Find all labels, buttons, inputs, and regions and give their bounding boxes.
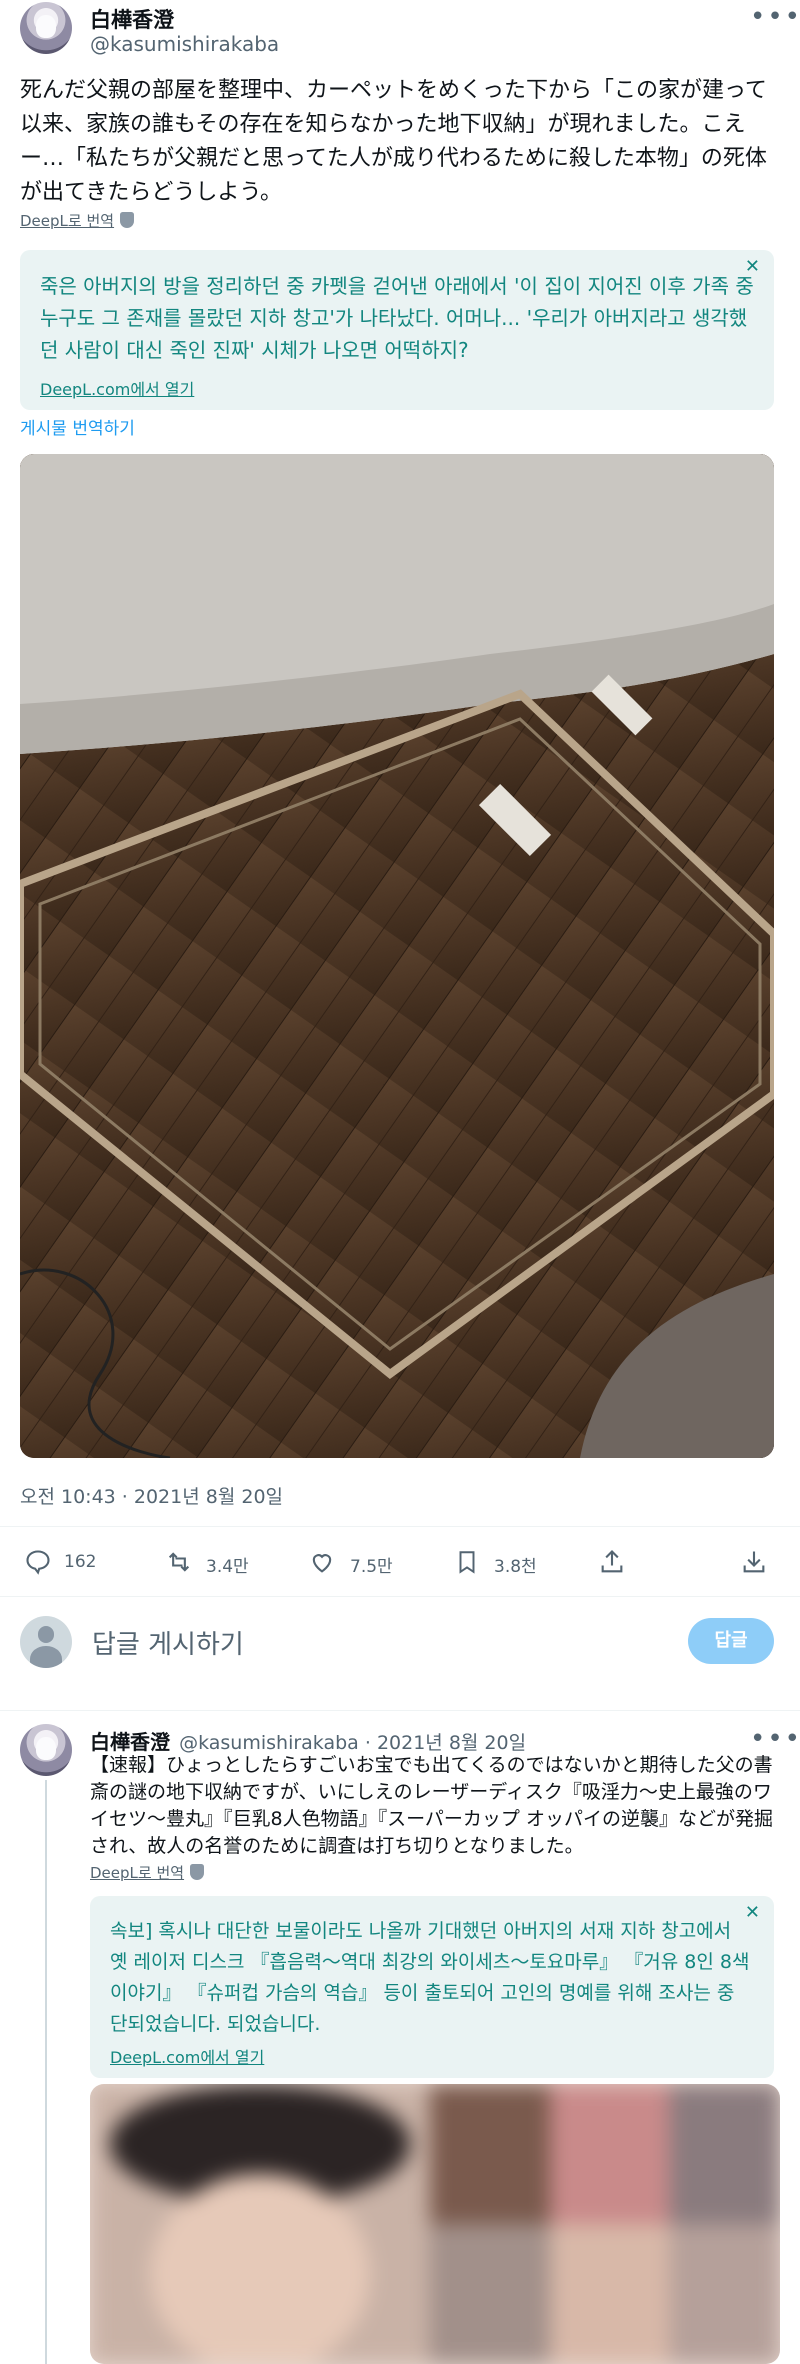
- shield-icon: [120, 212, 135, 228]
- deepl-translate-label[interactable]: DeepL로 번역: [20, 210, 135, 231]
- tweet-text: 死んだ父親の部屋を整理中、カーペットをめくった下から「この家が建って以来、家族の…: [20, 78, 767, 205]
- translation-box: ✕ 죽은 아버지의 방을 정리하던 중 카펫을 걷어낸 아래에서 '이 집이 지…: [20, 250, 774, 410]
- reply-header: 白樺香澄 @kasumishirakaba · 2021년 8월 20일: [90, 1726, 526, 1755]
- download-action[interactable]: [740, 1548, 768, 1580]
- tweet-timestamp[interactable]: 오전 10:43 · 2021년 8월 20일: [20, 1482, 283, 1509]
- shield-icon: [190, 1864, 205, 1880]
- divider: [0, 1526, 800, 1527]
- bookmark-count: 3.8천: [494, 1557, 537, 1577]
- translation-text: 죽은 아버지의 방을 정리하던 중 카펫을 걷어낸 아래에서 '이 집이 지어진…: [40, 274, 754, 362]
- reply-meta[interactable]: @kasumishirakaba · 2021년 8월 20일: [179, 1732, 526, 1754]
- divider: [0, 1596, 800, 1597]
- reply-author-avatar[interactable]: [20, 1724, 72, 1776]
- like-count: 7.5만: [350, 1557, 393, 1577]
- retweet-count: 3.4만: [206, 1557, 249, 1577]
- reply-submit-button[interactable]: 답글: [688, 1618, 774, 1664]
- reply-icon: [26, 1550, 50, 1575]
- thread-line: [45, 1780, 47, 2364]
- reply-action[interactable]: [24, 1548, 52, 1578]
- like-icon: [312, 1554, 332, 1573]
- retweet-action[interactable]: [164, 1548, 194, 1580]
- share-action[interactable]: [598, 1548, 626, 1580]
- like-action[interactable]: [308, 1548, 336, 1580]
- bookmark-icon: [459, 1551, 475, 1574]
- download-icon: [743, 1551, 765, 1573]
- divider: [0, 1710, 800, 1711]
- blurred-image-illustration: [90, 2084, 780, 2364]
- reply-deepl-translate-label[interactable]: DeepL로 번역: [90, 1862, 205, 1883]
- reply-deepl-label-text: DeepL로 번역: [90, 1864, 185, 1882]
- reply-photo[interactable]: [90, 2084, 780, 2364]
- floor-photo-illustration: [20, 454, 774, 1458]
- author-name[interactable]: 白樺香澄: [90, 4, 174, 34]
- reply-more-icon[interactable]: •••: [750, 1726, 800, 1752]
- reply-author-name[interactable]: 白樺香澄: [90, 1730, 170, 1754]
- reply-translation-text: 속보] 혹시나 대단한 보물이라도 나올까 기대했던 아버지의 서재 지하 창고…: [110, 1920, 750, 2035]
- retweet-icon: [168, 1552, 190, 1572]
- reply-count: 162: [64, 1552, 97, 1572]
- more-icon[interactable]: •••: [750, 4, 800, 30]
- translate-post-link[interactable]: 게시물 번역하기: [20, 414, 135, 439]
- reply-translation-box: ✕ 속보] 혹시나 대단한 보물이라도 나올까 기대했던 아버지의 서재 지하 …: [90, 1896, 774, 2078]
- deepl-label-text: DeepL로 번역: [20, 212, 115, 230]
- author-avatar[interactable]: [20, 2, 72, 54]
- tweet-photo[interactable]: [20, 454, 774, 1458]
- open-deepl-link[interactable]: DeepL.com에서 열기: [40, 376, 194, 400]
- author-handle[interactable]: @kasumishirakaba: [90, 32, 279, 56]
- reply-open-deepl-link[interactable]: DeepL.com에서 열기: [110, 2044, 264, 2068]
- reply-text: 【速報】ひょっとしたらすごいお宝でも出てくるのではないかと期待した父の書斎の謎の…: [90, 1754, 773, 1857]
- share-icon: [601, 1550, 623, 1573]
- bookmark-action[interactable]: [454, 1548, 480, 1580]
- reply-composer-input[interactable]: 답글 게시하기: [92, 1624, 244, 1661]
- composer-avatar: [20, 1616, 72, 1668]
